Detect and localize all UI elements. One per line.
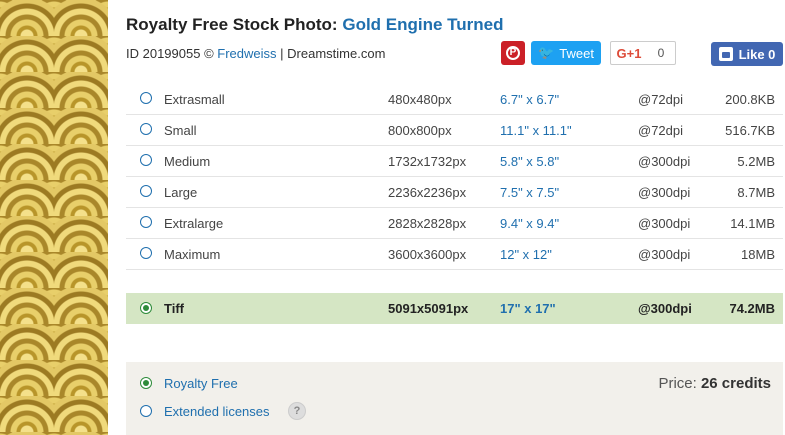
size-pixels: 3600x3600px (388, 247, 467, 262)
size-filesize: 200.8KB (725, 92, 775, 107)
size-radio[interactable] (140, 185, 152, 197)
site-name: Dreamstime.com (287, 46, 386, 61)
size-dpi: @300dpi (638, 216, 691, 231)
size-filesize: 516.7KB (725, 123, 775, 138)
size-pixels: 480x480px (388, 92, 452, 107)
size-pixels: 2828x2828px (388, 216, 467, 231)
size-pixels: 5091x5091px (388, 301, 469, 316)
size-dpi: @300dpi (638, 154, 691, 169)
photo-name: Gold Engine Turned (342, 15, 504, 34)
size-filesize: 14.1MB (730, 216, 775, 231)
size-inches: 12" x 12" (500, 247, 552, 262)
size-filesize: 74.2MB (729, 301, 775, 316)
size-label: Medium (164, 154, 211, 169)
license-radio-selected[interactable] (140, 377, 152, 389)
size-inches: 6.7" x 6.7" (500, 92, 560, 107)
gplus-count-value: 0 (657, 46, 665, 60)
photo-id: ID 20199055 © (126, 46, 214, 61)
size-dpi: @300dpi (638, 185, 691, 200)
pinterest-icon: P (506, 46, 520, 60)
google-plus-count: 0 (647, 41, 676, 65)
size-radio[interactable] (140, 247, 152, 259)
size-filesize: 5.2MB (737, 154, 775, 169)
license-label[interactable]: Extended licenses (164, 404, 270, 419)
title-prefix: Royalty Free Stock Photo: (126, 15, 338, 34)
photo-thumbnail[interactable] (0, 0, 108, 435)
size-label: Extralarge (164, 216, 224, 231)
size-label: Tiff (164, 301, 184, 316)
size-dpi: @300dpi (638, 301, 692, 316)
size-row-extralarge[interactable]: Extralarge 2828x2828px 9.4" x 9.4" @300d… (126, 208, 783, 239)
thumbs-up-icon (718, 47, 733, 61)
size-row-small[interactable]: Small 800x800px 11.1" x 11.1" @72dpi 516… (126, 115, 783, 146)
pinterest-button[interactable]: P (501, 41, 525, 65)
google-plus-button[interactable]: G+1 (610, 41, 648, 65)
size-dpi: @72dpi (638, 92, 684, 107)
size-radio[interactable] (140, 123, 152, 135)
size-inches: 17" x 17" (500, 301, 556, 316)
size-radio-selected[interactable] (140, 302, 152, 314)
size-filesize: 18MB (741, 247, 775, 262)
size-row-medium[interactable]: Medium 1732x1732px 5.8" x 5.8" @300dpi 5… (126, 146, 783, 177)
main-content: Royalty Free Stock Photo: Gold Engine Tu… (126, 0, 785, 435)
like-label: Like 0 (738, 46, 776, 62)
size-label: Extrasmall (164, 92, 225, 107)
tweet-button[interactable]: 🐦 Tweet (531, 41, 601, 65)
size-row-maximum[interactable]: Maximum 3600x3600px 12" x 12" @300dpi 18… (126, 239, 783, 270)
twitter-bird-icon: 🐦 (538, 45, 555, 60)
page-title: Royalty Free Stock Photo: Gold Engine Tu… (126, 15, 504, 35)
size-inches: 11.1" x 11.1" (500, 123, 572, 138)
gplus-label: G+1 (616, 45, 642, 61)
size-inches: 5.8" x 5.8" (500, 154, 560, 169)
size-options-list: Extrasmall 480x480px 6.7" x 6.7" @72dpi … (126, 84, 783, 270)
photo-meta: ID 20199055 © Fredweiss | Dreamstime.com (126, 46, 385, 61)
help-icon[interactable]: ? (288, 402, 306, 420)
meta-separator: | (280, 46, 284, 61)
size-pixels: 1732x1732px (388, 154, 467, 169)
size-row-large[interactable]: Large 2236x2236px 7.5" x 7.5" @300dpi 8.… (126, 177, 783, 208)
price-value: 26 credits (700, 375, 771, 392)
size-label: Maximum (164, 247, 221, 262)
size-dpi: @72dpi (638, 123, 684, 138)
size-inches: 7.5" x 7.5" (500, 185, 560, 200)
size-radio[interactable] (140, 92, 152, 104)
size-inches: 9.4" x 9.4" (500, 216, 560, 231)
size-radio[interactable] (140, 154, 152, 166)
size-row-tiff[interactable]: Tiff 5091x5091px 17" x 17" @300dpi 74.2M… (126, 293, 783, 324)
license-panel: Royalty Free Extended licenses ? Price: … (126, 362, 783, 435)
license-label[interactable]: Royalty Free (164, 376, 238, 391)
price-label: Price: (658, 375, 697, 392)
size-pixels: 800x800px (388, 123, 452, 138)
author-link[interactable]: Fredweiss (217, 46, 276, 61)
size-pixels: 2236x2236px (388, 185, 467, 200)
size-row-extrasmall[interactable]: Extrasmall 480x480px 6.7" x 6.7" @72dpi … (126, 84, 783, 115)
size-radio[interactable] (140, 216, 152, 228)
facebook-like-button[interactable]: Like 0 (711, 42, 783, 66)
tweet-label: Tweet (559, 45, 594, 61)
price-display: Price: 26 credits (658, 375, 771, 392)
size-label: Small (164, 123, 197, 138)
size-label: Large (164, 185, 198, 200)
size-filesize: 8.7MB (737, 185, 775, 200)
size-dpi: @300dpi (638, 247, 691, 262)
license-radio[interactable] (140, 405, 152, 417)
